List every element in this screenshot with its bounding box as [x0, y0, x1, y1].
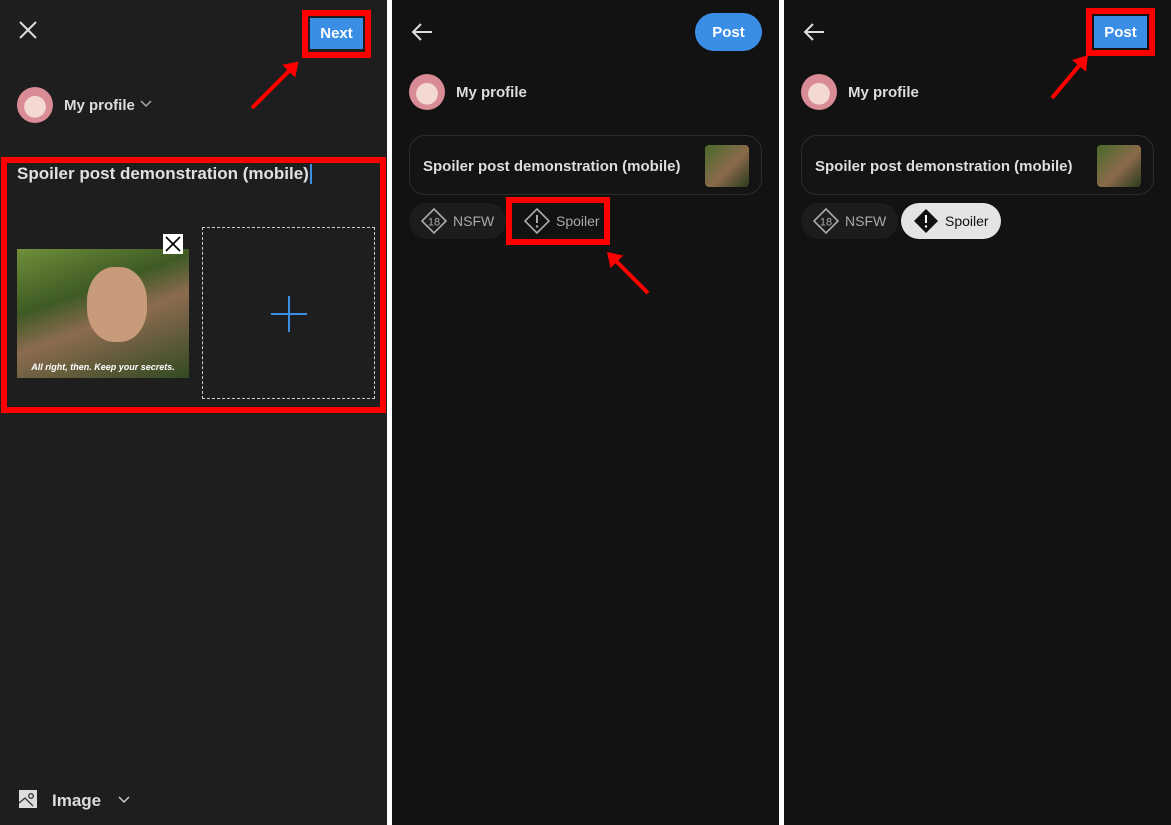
post-preview-card: Spoiler post demonstration (mobile)	[801, 135, 1154, 195]
post-title: Spoiler post demonstration (mobile)	[815, 158, 1073, 175]
uploaded-image: All right, then. Keep your secrets.	[17, 249, 189, 378]
post-button[interactable]: Post	[695, 13, 762, 51]
post-options-panel: Post My profile Spoiler post demonstrati…	[392, 0, 779, 825]
tag-label: NSFW	[845, 213, 887, 229]
image-icon	[18, 790, 37, 808]
tag-label: Spoiler	[945, 213, 989, 229]
avatar	[801, 74, 837, 110]
avatar	[17, 87, 53, 123]
arrow-left-icon[interactable]	[411, 23, 433, 41]
svg-text:18: 18	[428, 217, 440, 229]
nsfw-tag[interactable]: 18 NSFW	[409, 203, 507, 239]
remove-image-button[interactable]	[163, 234, 183, 254]
annotation-arrow	[1050, 58, 1086, 100]
exclamation-diamond-icon	[524, 208, 550, 234]
post-title: Spoiler post demonstration (mobile)	[423, 158, 681, 175]
title-input[interactable]: Spoiler post demonstration (mobile)	[17, 164, 312, 184]
chevron-down-icon[interactable]	[140, 100, 152, 108]
face-shape	[87, 267, 147, 342]
exclamation-diamond-icon	[914, 209, 938, 233]
profile-name: My profile	[848, 84, 919, 101]
post-thumbnail	[1097, 145, 1141, 187]
tag-label: NSFW	[453, 213, 495, 229]
create-post-panel: Next My profile Spoiler post demonstrati…	[0, 0, 387, 825]
avatar	[409, 74, 445, 110]
close-icon[interactable]	[19, 21, 37, 39]
spoiler-tag-selected[interactable]: Spoiler	[901, 203, 1001, 239]
annotation-arrow	[609, 254, 650, 295]
post-preview-card: Spoiler post demonstration (mobile)	[409, 135, 762, 195]
image-caption: All right, then. Keep your secrets.	[31, 362, 175, 372]
post-thumbnail	[705, 145, 749, 187]
post-type-selector[interactable]: Image	[52, 791, 101, 811]
profile-selector[interactable]: My profile	[64, 97, 135, 114]
annotation-arrow	[250, 64, 296, 110]
spoiler-tag[interactable]: Spoiler	[512, 203, 612, 239]
close-icon	[165, 236, 181, 252]
tag-label: Spoiler	[556, 213, 600, 229]
chevron-down-icon[interactable]	[118, 796, 130, 804]
profile-name: My profile	[456, 84, 527, 101]
plus-icon	[271, 296, 307, 332]
18-diamond-icon: 18	[813, 208, 839, 234]
18-diamond-icon: 18	[421, 208, 447, 234]
post-button[interactable]: Post	[1094, 16, 1147, 48]
svg-text:18: 18	[820, 217, 832, 229]
arrow-left-icon[interactable]	[803, 23, 825, 41]
next-button[interactable]: Next	[310, 18, 363, 49]
post-options-panel-selected: Post My profile Spoiler post demonstrati…	[784, 0, 1171, 825]
add-image-button[interactable]	[202, 227, 375, 399]
nsfw-tag[interactable]: 18 NSFW	[801, 203, 899, 239]
